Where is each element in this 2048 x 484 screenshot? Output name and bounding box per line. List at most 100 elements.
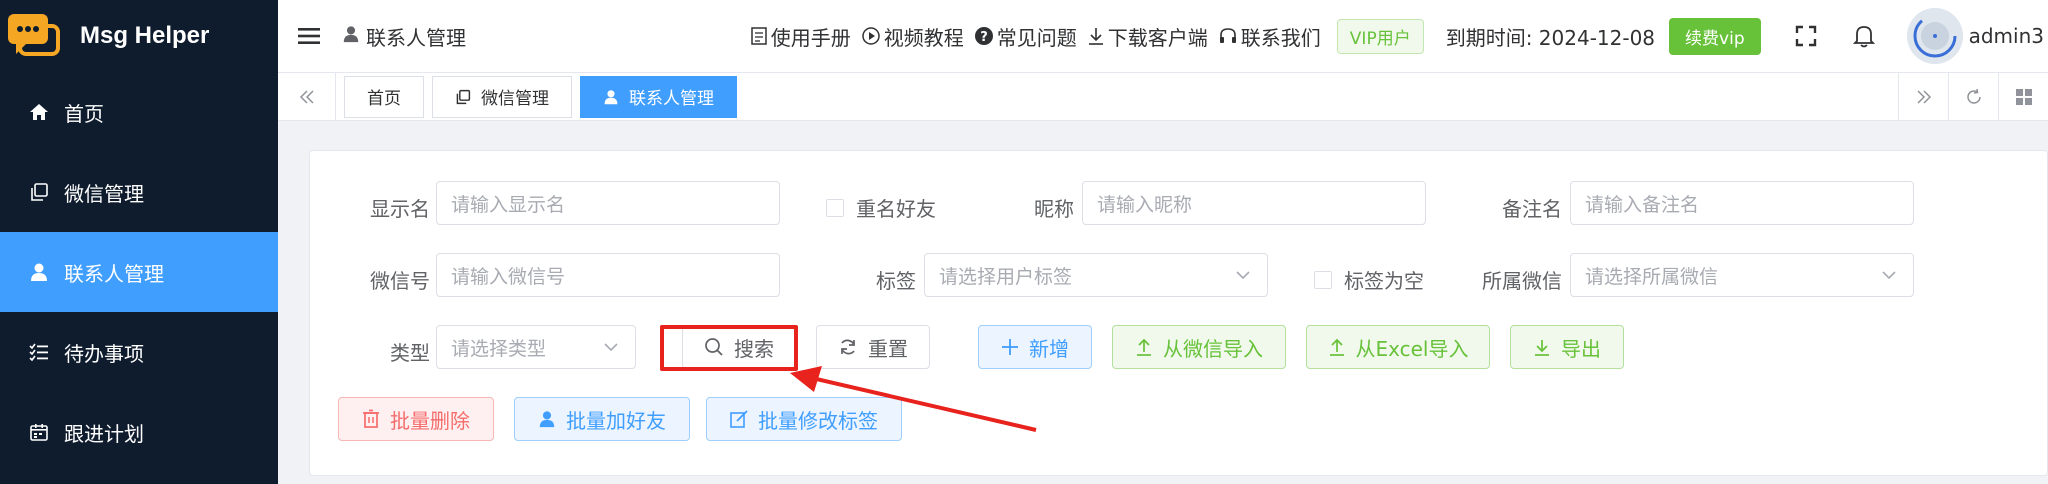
button-label: 新增 — [1029, 336, 1069, 361]
grid-menu-icon[interactable] — [1998, 73, 2048, 121]
upload-icon — [1135, 338, 1153, 356]
app-name: Msg Helper — [80, 22, 210, 49]
tab-home[interactable]: 首页 — [344, 75, 424, 118]
tabs-scroll-right-icon[interactable] — [1898, 73, 1948, 121]
placeholder: 请输入微信号 — [451, 265, 566, 288]
fullscreen-icon[interactable] — [1791, 21, 1821, 51]
placeholder: 请输入备注名 — [1585, 193, 1700, 216]
download-label: 下载客户端 — [1107, 25, 1208, 50]
search-button[interactable]: 搜索 — [682, 325, 796, 369]
batch-add-friend-button[interactable]: 批量加好友 — [514, 397, 690, 441]
import-excel-button[interactable]: 从Excel导入 — [1306, 325, 1490, 369]
video-label: 视频教程 — [883, 25, 964, 50]
sidebar-item-contacts[interactable]: 联系人管理 — [0, 232, 278, 312]
button-label: 从微信导入 — [1163, 336, 1263, 361]
import-wechat-button[interactable]: 从微信导入 — [1112, 325, 1286, 369]
download-icon — [1533, 338, 1551, 356]
tag-empty-checkbox[interactable]: 标签为空 — [1314, 265, 1424, 294]
button-label: 导出 — [1561, 336, 1601, 361]
edit-icon — [730, 410, 748, 428]
batch-delete-button[interactable]: 批量删除 — [338, 397, 494, 441]
user-icon — [538, 410, 556, 428]
sidebar-item-label: 首页 — [64, 101, 104, 126]
bell-icon[interactable] — [1849, 21, 1879, 51]
placeholder: 请选择所属微信 — [1585, 265, 1719, 288]
remark-input[interactable]: 请输入备注名 — [1570, 181, 1914, 225]
sidebar-item-label: 待办事项 — [64, 341, 144, 366]
type-select[interactable]: 请选择类型 — [436, 325, 636, 369]
button-label: 批量加好友 — [566, 408, 666, 433]
renew-vip-button[interactable]: 续费vip — [1669, 17, 1761, 55]
sidebar-item-todo[interactable]: 待办事项 — [0, 312, 278, 392]
user-icon — [28, 261, 50, 283]
checkbox-label: 重名好友 — [856, 197, 936, 221]
tabs-scroll-left-icon[interactable] — [278, 72, 336, 121]
contact-link[interactable]: 联系我们 — [1218, 22, 1321, 51]
user-icon — [603, 89, 619, 105]
nickname-input[interactable]: 请输入昵称 — [1082, 181, 1426, 225]
play-icon — [861, 26, 881, 46]
download-link[interactable]: 下载客户端 — [1087, 22, 1208, 51]
checkbox-label: 标签为空 — [1344, 269, 1424, 293]
document-icon — [750, 26, 768, 46]
breadcrumb-label: 联系人管理 — [366, 25, 466, 50]
breadcrumb: 联系人管理 — [342, 22, 466, 51]
placeholder: 请选择类型 — [451, 337, 547, 360]
tag-select[interactable]: 请选择用户标签 — [924, 253, 1268, 297]
reset-button[interactable]: 重置 — [816, 325, 930, 369]
logo[interactable]: Msg Helper — [0, 0, 278, 72]
owner-wechat-label: 所属微信 — [1482, 269, 1562, 293]
add-button[interactable]: 新增 — [978, 325, 1092, 369]
upload-icon — [1328, 338, 1346, 356]
sidebar-item-followup[interactable]: 跟进计划 — [0, 392, 278, 472]
refresh-icon — [838, 337, 858, 357]
placeholder: 请选择用户标签 — [939, 265, 1073, 288]
sidebar-item-wechat[interactable]: 微信管理 — [0, 152, 278, 232]
user-icon — [342, 24, 360, 48]
wechat-id-label: 微信号 — [370, 269, 430, 293]
username[interactable]: admin3 — [1969, 24, 2044, 48]
expire-date: 到期时间: 2024-12-08 — [1445, 25, 1656, 50]
display-name-input[interactable]: 请输入显示名 — [436, 181, 780, 225]
wechat-id-input[interactable]: 请输入微信号 — [436, 253, 780, 297]
sidebar-item-label: 跟进计划 — [64, 421, 144, 446]
sidebar-item-label: 微信管理 — [64, 181, 144, 206]
button-label: 从Excel导入 — [1355, 336, 1469, 361]
home-icon — [28, 101, 50, 123]
svg-text:?: ? — [980, 30, 988, 45]
manual-link[interactable]: 使用手册 — [750, 22, 851, 51]
refresh-icon[interactable] — [1948, 73, 1998, 121]
trash-icon — [362, 409, 380, 429]
search-icon — [704, 337, 724, 357]
faq-label: 常见问题 — [996, 25, 1077, 50]
tab-label: 首页 — [367, 89, 401, 109]
sidebar: Msg Helper 首页 微信管理 联系人管理 待办事项 跟进计划 — [0, 0, 278, 484]
placeholder: 请输入昵称 — [1097, 193, 1193, 216]
button-label: 重置 — [868, 336, 908, 361]
sidebar-item-home[interactable]: 首页 — [0, 72, 278, 152]
placeholder: 请输入显示名 — [451, 193, 566, 216]
duplicate-friend-checkbox[interactable]: 重名好友 — [826, 193, 936, 222]
tab-contacts[interactable]: 联系人管理 — [580, 75, 737, 118]
vip-badge: VIP用户 — [1336, 18, 1424, 54]
batch-edit-tag-button[interactable]: 批量修改标签 — [706, 397, 902, 441]
button-label: 批量修改标签 — [758, 408, 878, 433]
faq-link[interactable]: ? 常见问题 — [974, 22, 1077, 51]
type-label: 类型 — [390, 341, 430, 365]
checkbox-box[interactable] — [826, 198, 844, 217]
checklist-icon — [28, 341, 50, 363]
export-button[interactable]: 导出 — [1510, 325, 1624, 369]
search-form-card: 显示名 请输入显示名 重名好友 昵称 请输入昵称 备注名 请输入备注名 微信号 … — [309, 150, 2048, 476]
video-link[interactable]: 视频教程 — [861, 22, 964, 51]
display-name-label: 显示名 — [370, 197, 430, 221]
owner-wechat-select[interactable]: 请选择所属微信 — [1570, 253, 1914, 297]
menu-toggle-icon[interactable] — [296, 23, 322, 49]
tab-wechat[interactable]: 微信管理 — [432, 75, 572, 118]
chevron-down-icon — [1881, 266, 1897, 288]
download-icon — [1087, 26, 1105, 46]
copy-icon — [455, 89, 471, 105]
sidebar-item-label: 联系人管理 — [64, 261, 164, 286]
avatar[interactable] — [1906, 8, 1963, 64]
header-right: 使用手册 视频教程 ? 常见问题 下载客户端 联系我们 VIP用户 到期时间: … — [750, 0, 2048, 72]
checkbox-box[interactable] — [1314, 270, 1332, 289]
